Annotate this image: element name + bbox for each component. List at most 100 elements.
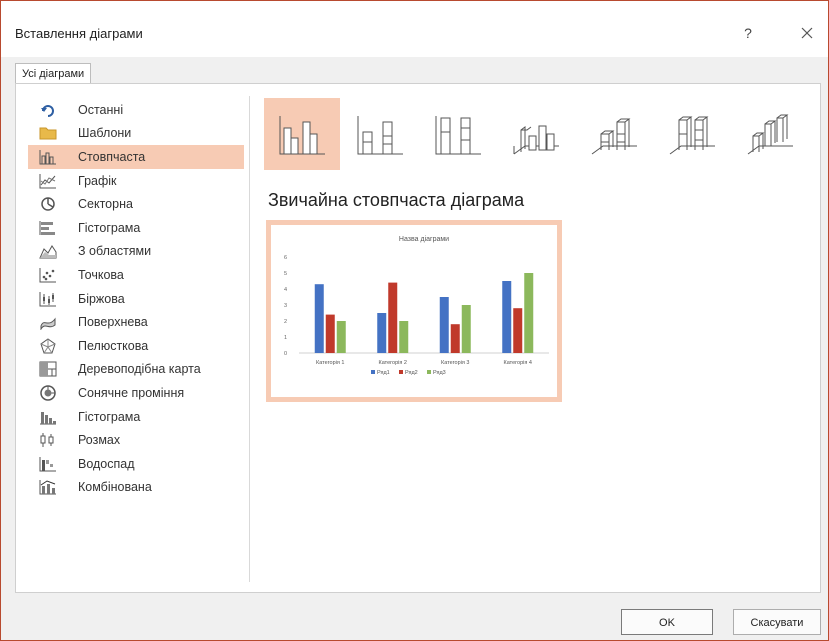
bar-2-2 [388,282,398,353]
3d-clustered-column-icon [513,125,559,155]
sidebar-item-histogram[interactable]: Гістограма [28,405,244,429]
subtype-3d-column[interactable] [732,98,808,170]
100-stacked-column-icon [435,116,481,155]
sidebar-item-recent[interactable]: Останні [28,98,244,122]
tab-bar: Усі діаграми [1,57,828,84]
y-tick-label: 6 [284,255,287,261]
chart-subtype-gallery [264,98,810,170]
subtype-3d-clustered-column[interactable] [498,98,574,170]
sidebar-item-surface[interactable]: Поверхнева [28,310,244,334]
chart-title: Назва діаграми [399,235,449,243]
sidebar-item-sunburst[interactable]: Сонячне проміння [28,381,244,405]
clustered-column-icon [279,116,325,155]
bar-1-2 [377,313,387,353]
selected-chart-name: Звичайна стовпчаста діаграма [268,190,525,210]
box-whisker-chart-icon [38,431,58,449]
sidebar-item-line[interactable]: Графік [28,169,244,193]
sidebar-item-label: Розмах [78,433,121,448]
sidebar-item-label: Деревоподібна карта [78,362,201,377]
sidebar-item-treemap[interactable]: Деревоподібна карта [28,358,244,382]
legend-swatch-3 [427,370,431,374]
sidebar-item-stock[interactable]: Біржова [28,287,244,311]
bar-1-4 [502,281,512,353]
sunburst-chart-icon [38,384,58,402]
bar-3-1 [336,321,346,353]
waterfall-chart-icon [38,455,58,473]
y-tick-label: 2 [284,319,287,325]
treemap-chart-icon [38,360,58,378]
sidebar-item-waterfall[interactable]: Водоспад [28,452,244,476]
ok-button[interactable]: OK [621,609,713,635]
sidebar-item-label: Точкова [78,267,124,282]
sidebar-item-combo[interactable]: Комбінована [28,476,244,500]
divider [249,96,250,582]
sidebar-item-label: Пелюсткова [78,338,149,353]
subtype-100-stacked-column[interactable] [420,98,496,170]
chart-category-list: Останні Шаблони Стовпчаста Графік Сектор… [28,98,244,499]
bar-2-3 [450,324,460,353]
legend-label-2: Ряд2 [405,370,418,376]
column-chart-icon [38,148,58,166]
legend-label-3: Ряд3 [433,370,446,376]
legend-swatch-2 [399,370,403,374]
combo-chart-icon [38,478,58,496]
sidebar-item-area[interactable]: З областями [28,240,244,264]
bar-1-1 [314,284,324,353]
legend-label-1: Ряд1 [377,370,390,376]
tab-all-charts[interactable]: Усі діаграми [15,63,92,84]
y-tick-label: 5 [284,271,287,277]
bar-2-4 [513,308,523,353]
cancel-button[interactable]: Скасувати [733,609,821,635]
stock-chart-icon [38,290,58,308]
sidebar-item-column[interactable]: Стовпчаста [28,145,244,169]
help-button[interactable]: ? [736,21,760,45]
sidebar-item-label: Комбінована [78,480,152,495]
3d-100-stacked-column-icon [669,116,715,155]
surface-chart-icon [38,313,58,331]
scatter-chart-icon [38,266,58,284]
sidebar-item-templates[interactable]: Шаблони [28,122,244,146]
chart-preview[interactable]: Назва діаграми 0 1 2 3 4 5 6 Категорія 1 Категорі… [266,220,562,402]
insert-chart-dialog: Вставлення діаграми ? Усі діаграми Остан… [0,0,829,641]
y-tick-label: 3 [284,303,287,309]
bar-2-1 [325,314,335,353]
stacked-column-icon [357,116,403,155]
x-tick-label: Категорія 3 [441,360,469,366]
y-tick-label: 4 [284,287,287,293]
line-chart-icon [38,172,58,190]
histogram-chart-icon [38,408,58,426]
subtype-clustered-column[interactable] [264,98,340,170]
sidebar-item-radar[interactable]: Пелюсткова [28,334,244,358]
sidebar-item-box-whisker[interactable]: Розмах [28,428,244,452]
legend-swatch-1 [371,370,375,374]
close-button[interactable] [793,19,821,47]
sidebar-item-label: Гістограма [78,409,141,424]
sidebar-item-label: Біржова [78,291,125,306]
sidebar-item-scatter[interactable]: Точкова [28,263,244,287]
radar-chart-icon [38,337,58,355]
sidebar-item-label: Графік [78,173,117,188]
bar-chart-icon [38,219,58,237]
sidebar-item-label: Сонячне проміння [78,385,185,400]
dialog-footer: OK Скасувати [1,593,828,640]
sidebar-item-bar[interactable]: Гістограма [28,216,244,240]
sidebar-item-label: Поверхнева [78,315,148,330]
3d-column-icon [747,114,793,155]
sidebar-item-label: Гістограма [78,220,141,235]
bar-3-4 [524,273,534,353]
subtype-stacked-column[interactable] [342,98,418,170]
x-tick-label: Категорія 2 [379,360,407,366]
subtype-3d-stacked-column[interactable] [576,98,652,170]
sidebar-item-pie[interactable]: Секторна [28,192,244,216]
recent-icon [38,101,58,119]
sidebar-item-label: Стовпчаста [78,149,146,164]
sidebar-item-label: Секторна [78,197,133,212]
bar-1-3 [439,297,449,353]
y-tick-label: 1 [284,335,287,341]
subtype-3d-100-stacked-column[interactable] [654,98,730,170]
sidebar-item-label: З областями [78,244,152,259]
y-tick-label: 0 [284,351,287,357]
bar-3-3 [461,305,471,353]
dialog-title: Вставлення діаграми [15,26,143,41]
chart-panel: Останні Шаблони Стовпчаста Графік Сектор… [15,83,821,593]
